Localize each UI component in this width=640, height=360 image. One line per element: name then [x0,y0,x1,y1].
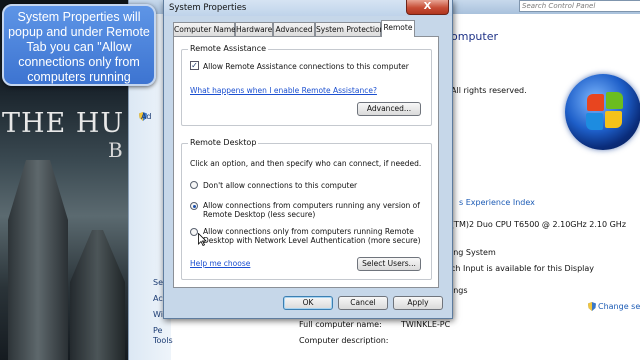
shield-icon [588,302,596,311]
full-name-label: Full computer name: [299,320,382,329]
search-input[interactable]: Search Control Panel [519,0,640,12]
tab-computer-name[interactable]: Computer Name [173,22,236,36]
sidebar-link[interactable]: Tools [153,336,173,345]
mouse-cursor-icon [198,233,207,246]
checkbox-label[interactable]: Allow Remote Assistance connections to t… [203,62,409,71]
remote-tab-panel: Remote Assistance ✓ Allow Remote Assista… [173,36,439,288]
castle-tower-image [8,160,68,360]
option-label[interactable]: Don't allow connections to this computer [203,181,357,190]
sidebar-link[interactable]: Ac [153,294,163,303]
processor-value: (TM)2 Duo CPU T6500 @ 2.10GHz 2.10 GHz [451,220,627,229]
option-label[interactable]: Allow connections from computers running… [203,201,420,210]
radio-allow-any-version[interactable] [190,202,198,210]
system-type-text: ing System [451,248,496,257]
ok-button[interactable]: OK [283,296,333,310]
poster-subtitle: B [108,138,123,162]
page-heading: omputer [451,30,499,43]
remote-assistance-group: Remote Assistance ✓ Allow Remote Assista… [181,44,432,126]
description-label: Computer description: [299,336,389,345]
select-users-button[interactable]: Select Users... [357,257,421,271]
pen-touch-text: ch Input is available for this Display [451,264,595,273]
help-me-choose-link[interactable]: Help me choose [190,259,250,268]
section-heading: ings [451,286,468,295]
full-name-value: TWINKLE-PC [401,320,451,329]
option-label-line2[interactable]: Remote Desktop (less secure) [203,210,315,219]
remote-desktop-instruction: Click an option, and then specify who ca… [190,159,422,168]
castle-tower-image-2 [70,230,125,360]
tab-system-protection[interactable]: System Protection [315,22,384,36]
tab-remote[interactable]: Remote [381,20,415,37]
advanced-button[interactable]: Advanced... [357,102,421,116]
system-properties-dialog: System Properties X Computer Name Hardwa… [163,0,453,319]
remote-desktop-group: Remote Desktop Click an option, and then… [181,138,432,280]
poster-title: THE HU [2,108,125,139]
copyright-text: All rights reserved. [451,86,527,95]
remote-assistance-help-link[interactable]: What happens when I enable Remote Assist… [190,86,377,95]
sidebar-link[interactable]: Pe [153,326,162,335]
tab-hardware[interactable]: Hardware [235,22,273,36]
tab-advanced[interactable]: Advanced [273,22,315,36]
change-settings-link[interactable]: Change setti [598,302,640,311]
radio-allow-nla-only[interactable] [190,228,198,236]
radio-dont-allow[interactable] [190,181,198,189]
dialog-titlebar[interactable]: System Properties X [164,0,452,16]
sidebar-link[interactable]: Wi [153,310,163,319]
sidebar-link[interactable]: Ad [141,112,151,121]
close-button[interactable]: X [406,0,449,15]
tutorial-callout: System Properties will popup and under R… [2,4,156,86]
experience-index-link[interactable]: s Experience Index [459,198,535,207]
remote-assistance-checkbox[interactable]: ✓ [190,61,199,70]
option-label[interactable]: Allow connections only from computers ru… [203,227,414,236]
dialog-title: System Properties [169,3,247,13]
close-icon: X [423,1,432,12]
windows-logo-icon [565,74,640,150]
group-title: Remote Assistance [188,44,269,53]
sidebar-link[interactable]: Se [153,278,163,287]
apply-button[interactable]: Apply [393,296,443,310]
cancel-button[interactable]: Cancel [338,296,388,310]
group-title: Remote Desktop [188,138,259,147]
option-label-line2[interactable]: Desktop with Network Level Authenticatio… [203,236,421,245]
